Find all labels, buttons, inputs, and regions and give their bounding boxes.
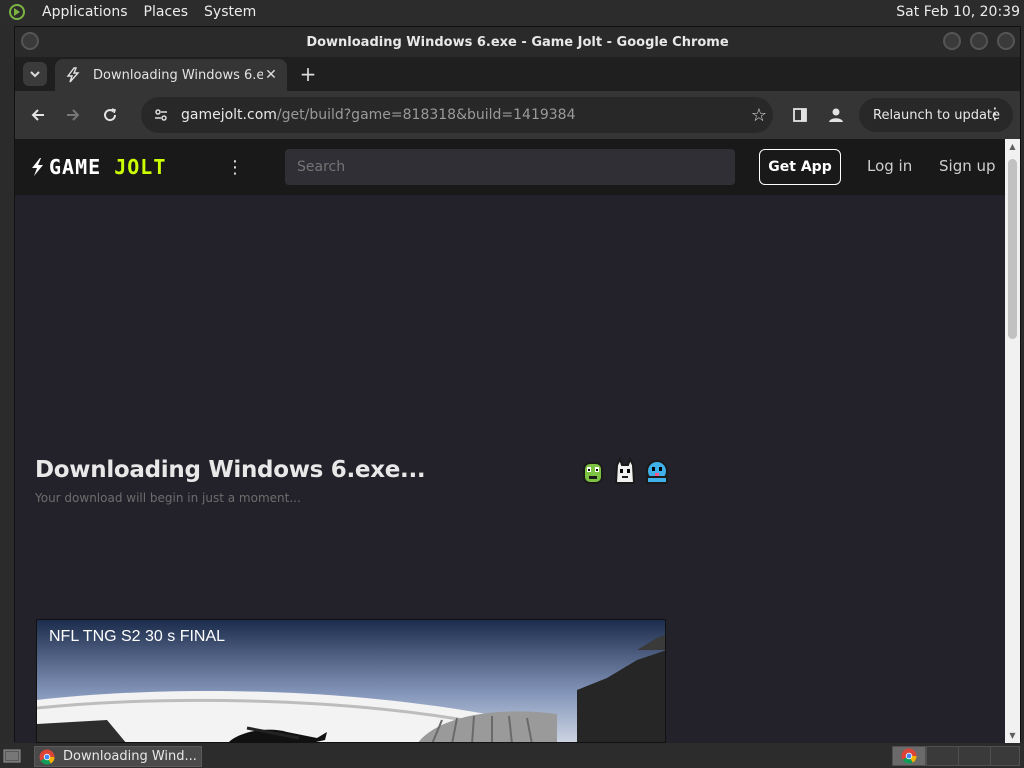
workspace-4[interactable] bbox=[990, 746, 1020, 766]
scrollbar-thumb[interactable] bbox=[1008, 159, 1017, 339]
menu-system[interactable]: System bbox=[196, 0, 264, 24]
green-mascot-icon bbox=[583, 462, 603, 484]
window-titlebar[interactable]: Downloading Windows 6.exe - Game Jolt - … bbox=[15, 27, 1020, 57]
game-jolt-bolt-icon bbox=[63, 65, 83, 85]
kebab-menu-icon: ⋮ bbox=[987, 104, 1003, 123]
scroll-down-arrow-icon[interactable]: ▼ bbox=[1008, 731, 1017, 740]
more-menu-icon[interactable]: ⋮ bbox=[226, 155, 244, 179]
arrow-left-icon bbox=[31, 109, 44, 121]
download-subtitle: Your download will begin in just a momen… bbox=[35, 491, 301, 505]
profile-icon[interactable] bbox=[824, 103, 848, 127]
url-path: /get/build?game=818318&build=1419384 bbox=[276, 107, 576, 123]
workspace-3[interactable] bbox=[958, 746, 992, 766]
tab-strip: Downloading Windows 6.exe ✕ + bbox=[15, 57, 1020, 91]
get-app-button[interactable]: Get App bbox=[759, 149, 841, 185]
gamejolt-header: GAME JOLT ⋮ Get App Log in Sign up bbox=[15, 139, 1005, 195]
tab-close-icon[interactable]: ✕ bbox=[263, 67, 279, 83]
arrow-right-icon bbox=[67, 109, 80, 121]
window-menu-button[interactable] bbox=[21, 32, 39, 50]
url-host: gamejolt.com bbox=[181, 107, 277, 123]
white-mascot-icon bbox=[614, 457, 636, 484]
browser-toolbar: gamejolt.com/get/build?game=818318&build… bbox=[15, 91, 1020, 139]
menu-places[interactable]: Places bbox=[136, 0, 197, 24]
search-input[interactable] bbox=[285, 149, 735, 185]
logo-word-game: GAME bbox=[49, 155, 102, 179]
chevron-down-icon bbox=[30, 71, 40, 78]
relaunch-label: Relaunch to update bbox=[873, 107, 1001, 123]
chrome-icon bbox=[39, 749, 55, 765]
relaunch-to-update-button[interactable]: Relaunch to update ⋮ bbox=[859, 98, 1013, 132]
site-info-icon[interactable] bbox=[151, 105, 171, 125]
side-panel-icon[interactable] bbox=[788, 103, 812, 127]
top-panel: Applications Places System Sat Feb 10, 2… bbox=[0, 0, 1024, 24]
blue-mascot-icon bbox=[646, 460, 668, 484]
window-title: Downloading Windows 6.exe - Game Jolt - … bbox=[306, 34, 729, 50]
chrome-window: Downloading Windows 6.exe - Game Jolt - … bbox=[14, 26, 1021, 743]
reload-button[interactable] bbox=[97, 102, 123, 128]
video-ad-player[interactable]: NFL TNG S2 30 s FINAL bbox=[36, 619, 666, 743]
taskbar-task-label: Downloading Wind... bbox=[63, 749, 197, 764]
menu-applications[interactable]: Applications bbox=[34, 0, 136, 24]
game-jolt-bolt-icon bbox=[32, 158, 43, 176]
clock[interactable]: Sat Feb 10, 20:39 bbox=[896, 0, 1020, 24]
page-scrollbar[interactable]: ▲ ▼ bbox=[1005, 139, 1020, 743]
new-tab-button[interactable]: + bbox=[297, 62, 319, 86]
login-link[interactable]: Log in bbox=[867, 157, 912, 175]
reload-icon bbox=[104, 108, 117, 122]
minimize-button[interactable] bbox=[943, 32, 961, 50]
signup-link[interactable]: Sign up bbox=[939, 157, 996, 175]
back-button[interactable] bbox=[25, 102, 51, 128]
taskbar-chrome-window[interactable]: Downloading Wind... bbox=[34, 746, 202, 767]
maximize-button[interactable] bbox=[970, 32, 988, 50]
distro-logo-icon[interactable] bbox=[6, 1, 28, 23]
workspace-1[interactable] bbox=[892, 746, 926, 766]
bottom-panel: Downloading Wind... bbox=[0, 744, 1024, 768]
tab-search-button[interactable] bbox=[23, 62, 47, 86]
forward-button[interactable] bbox=[60, 102, 86, 128]
page-viewport: GAME JOLT ⋮ Get App Log in Sign up Downl… bbox=[15, 139, 1005, 743]
workspace-2[interactable] bbox=[926, 746, 960, 766]
tab-active[interactable]: Downloading Windows 6.exe ✕ bbox=[55, 59, 287, 91]
download-title: Downloading Windows 6.exe... bbox=[35, 457, 426, 483]
video-title: NFL TNG S2 30 s FINAL bbox=[49, 628, 226, 645]
gamejolt-logo[interactable]: GAME JOLT bbox=[29, 155, 167, 179]
bookmark-star-icon[interactable]: ☆ bbox=[749, 105, 769, 126]
mascot-group bbox=[581, 457, 669, 487]
close-window-button[interactable] bbox=[997, 32, 1015, 50]
tab-title: Downloading Windows 6.exe bbox=[93, 67, 263, 83]
scroll-up-arrow-icon[interactable]: ▲ bbox=[1008, 142, 1017, 151]
show-desktop-icon[interactable] bbox=[2, 747, 22, 765]
chrome-icon bbox=[901, 748, 917, 764]
logo-word-jolt: JOLT bbox=[114, 155, 167, 179]
address-bar[interactable]: gamejolt.com/get/build?game=818318&build… bbox=[141, 97, 773, 133]
